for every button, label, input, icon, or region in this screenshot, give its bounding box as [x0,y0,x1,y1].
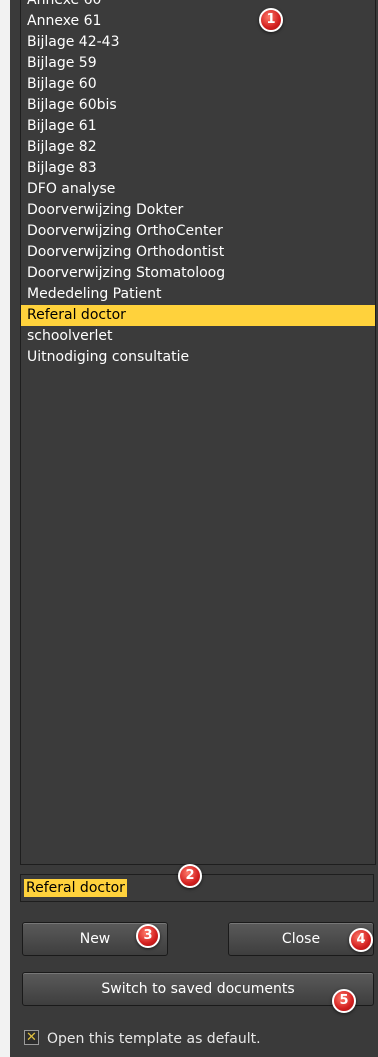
template-list-item[interactable]: Uitnodiging consultatie [21,347,375,368]
template-list-item[interactable]: Mededeling Patient [21,284,375,305]
callout-badge-4: 4 [349,928,373,952]
template-list-item[interactable]: Referal doctor [21,305,375,326]
template-list-item[interactable]: schoolverlet [21,326,375,347]
callout-badge-3: 3 [136,924,160,948]
template-list-item[interactable]: Bijlage 59 [21,53,375,74]
template-list-item[interactable]: Doorverwijzing OrthoCenter [21,221,375,242]
template-list-item[interactable]: Bijlage 60bis [21,95,375,116]
template-list-item[interactable]: Doorverwijzing Dokter [21,200,375,221]
template-list-item[interactable]: DFO analyse [21,179,375,200]
template-list-item[interactable]: Annexe 60 [21,0,375,11]
template-list-item[interactable]: Bijlage 83 [21,158,375,179]
switch-to-saved-documents-button[interactable]: Switch to saved documents [22,972,374,1006]
template-list-item[interactable]: Bijlage 82 [21,137,375,158]
template-list-item[interactable]: Bijlage 60 [21,74,375,95]
template-list[interactable]: Annexe 60 Annexe 61 Bijlage 42-43 Bijlage 5… [20,0,376,865]
template-list-item[interactable]: Bijlage 61 [21,116,375,137]
checkbox-check-icon: ✕ [26,1030,37,1045]
callout-badge-2: 2 [178,864,202,888]
template-list-item[interactable]: Bijlage 42-43 [21,32,375,53]
template-name-value[interactable]: Referal doctor [24,879,127,897]
callout-badge-5: 5 [332,989,356,1013]
template-list-item[interactable]: Doorverwijzing Stomatoloog [21,263,375,284]
default-template-option[interactable]: ✕ Open this template as default. [24,1029,261,1049]
template-list-item[interactable]: Doorverwijzing Orthodontist [21,242,375,263]
callout-badge-1: 1 [259,8,283,32]
default-template-checkbox[interactable]: ✕ [24,1030,39,1045]
template-list-items: Annexe 60 Annexe 61 Bijlage 42-43 Bijlage 5… [21,0,375,368]
template-list-item[interactable]: Annexe 61 [21,11,375,32]
default-template-label: Open this template as default. [47,1031,261,1047]
